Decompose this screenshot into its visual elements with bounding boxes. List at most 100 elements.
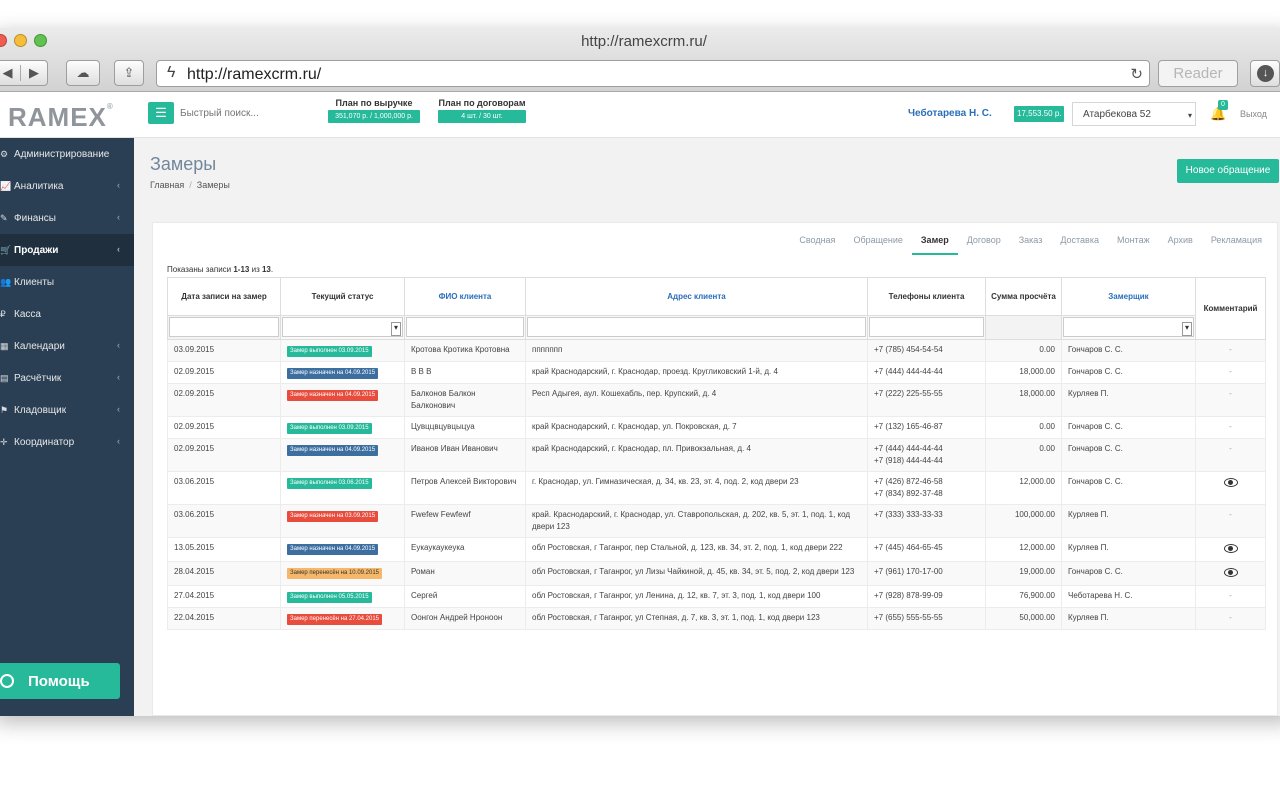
column-header-2[interactable]: ФИО клиента bbox=[404, 277, 526, 316]
sidebar-item-7[interactable]: ▤ Расчётчик ‹ bbox=[0, 362, 134, 394]
back-forward-buttons[interactable]: ◀ ▶ bbox=[0, 60, 48, 86]
ramex-logo[interactable]: RAMEX® bbox=[8, 102, 114, 133]
tab-4[interactable]: Заказ bbox=[1010, 231, 1052, 255]
quick-search-input[interactable] bbox=[180, 103, 310, 123]
records-range: 1-13 bbox=[233, 265, 250, 274]
cell-client[interactable]: Сергей bbox=[404, 585, 526, 608]
table-row[interactable]: 03.06.2015 Замер назначен на 03.09.2015 Fw… bbox=[167, 504, 1266, 538]
column-header-6[interactable]: Замерщик bbox=[1061, 277, 1196, 316]
tab-3[interactable]: Договор bbox=[958, 231, 1010, 255]
logout-link[interactable]: Выход bbox=[1240, 109, 1267, 119]
tab-6[interactable]: Монтаж bbox=[1108, 231, 1159, 255]
chevron-left-icon: ‹ bbox=[117, 340, 120, 350]
view-comment-eye-icon[interactable] bbox=[1223, 568, 1238, 577]
share-button[interactable]: ⇪ bbox=[114, 60, 144, 86]
table-row[interactable]: 28.04.2015 Замер перенесён на 10.09.2015 Р… bbox=[167, 561, 1266, 586]
view-comment-eye-icon[interactable] bbox=[1223, 478, 1238, 487]
cell-client[interactable]: Цувццвцувцыцуа bbox=[404, 416, 526, 439]
address-bar[interactable]: ϟ http://ramexcrm.ru/ ↻ bbox=[156, 60, 1150, 87]
column-header-3[interactable]: Адрес клиента bbox=[525, 277, 868, 316]
cell-date: 22.04.2015 bbox=[167, 607, 281, 630]
cell-comment: - bbox=[1195, 504, 1266, 538]
back-arrow-icon[interactable]: ◀ bbox=[0, 65, 22, 81]
breadcrumb-home[interactable]: Главная bbox=[150, 180, 184, 190]
tab-0[interactable]: Сводная bbox=[790, 231, 844, 255]
branch-select-value: Атарбекова 52 bbox=[1083, 109, 1151, 120]
table-row[interactable]: 27.04.2015 Замер выполнен 05.05.2015 Серге… bbox=[167, 585, 1266, 608]
comment-empty: - bbox=[1229, 345, 1232, 354]
sidebar-item-4[interactable]: 👥 Клиенты bbox=[0, 266, 134, 298]
view-comment-eye-icon[interactable] bbox=[1223, 544, 1238, 553]
sidebar-item-label: Кладовщик bbox=[14, 404, 67, 416]
forward-arrow-icon[interactable]: ▶ bbox=[21, 65, 47, 81]
cell-client[interactable]: Оонгон Андрей Нроноон bbox=[404, 607, 526, 630]
cell-status: Замер выполнен 03.06.2015 bbox=[280, 471, 405, 505]
plan-revenue-label: План по выручке bbox=[335, 98, 413, 108]
icloud-tabs-button[interactable]: ☁ bbox=[66, 60, 100, 86]
cell-sum: 18,000.00 bbox=[985, 383, 1062, 417]
cell-comment: - bbox=[1195, 361, 1266, 384]
reload-icon[interactable]: ↻ bbox=[1130, 65, 1143, 83]
table-row[interactable]: 13.05.2015 Замер назначен на 04.09.2015 Еу… bbox=[167, 537, 1266, 562]
ruble-icon: ₽ bbox=[0, 308, 6, 319]
sidebar-item-8[interactable]: ⚑ Кладовщик ‹ bbox=[0, 394, 134, 426]
cell-address: край Краснодарский, г. Краснодар, пл. Пр… bbox=[525, 438, 868, 472]
cell-client[interactable]: Петров Алексей Викторович bbox=[404, 471, 526, 505]
cell-client[interactable]: Кротова Кротика Кротовна bbox=[404, 339, 526, 362]
caret-down-icon: ▾ bbox=[1187, 111, 1192, 120]
downloads-button[interactable]: ↓ bbox=[1250, 60, 1280, 87]
cell-status: Замер назначен на 04.09.2015 bbox=[280, 438, 405, 472]
table-row[interactable]: 03.06.2015 Замер выполнен 03.06.2015 Петро… bbox=[167, 471, 1266, 505]
cell-sum: 50,000.00 bbox=[985, 607, 1062, 630]
column-header-5: Сумма просчёта bbox=[985, 277, 1062, 316]
cell-client[interactable]: Еукаукаукеука bbox=[404, 537, 526, 562]
table-row[interactable]: 02.09.2015 Замер назначен на 04.09.2015 В … bbox=[167, 361, 1266, 384]
sidebar-item-1[interactable]: 📈 Аналитика ‹ bbox=[0, 170, 134, 202]
sidebar-item-5[interactable]: ₽ Касса bbox=[0, 298, 134, 330]
sidebar-item-3[interactable]: 🛒 Продажи ‹ bbox=[0, 234, 134, 266]
table-row[interactable]: 02.09.2015 Замер назначен на 04.09.2015 Ив… bbox=[167, 438, 1266, 472]
cell-date: 03.06.2015 bbox=[167, 471, 281, 505]
measurements-table: Дата записи на замер Текущий статус ФИО кл… bbox=[167, 277, 1266, 630]
filter-measurer-select[interactable] bbox=[1063, 317, 1194, 337]
new-request-button[interactable]: Новое обращение bbox=[1177, 159, 1279, 183]
cell-client[interactable]: Fwefew Fewfewf bbox=[404, 504, 526, 538]
gear-icon: ⚙ bbox=[0, 148, 9, 159]
filter-address-input[interactable] bbox=[527, 317, 866, 337]
cell-client[interactable]: Балконов Балкон Балконович bbox=[404, 383, 526, 417]
window-title: http://ramexcrm.ru/ bbox=[581, 33, 707, 50]
table-row[interactable]: 03.09.2015 Замер выполнен 03.09.2015 Крото… bbox=[167, 339, 1266, 362]
cell-client[interactable]: В В В bbox=[404, 361, 526, 384]
sidebar-item-2[interactable]: ✎ Финансы ‹ bbox=[0, 202, 134, 234]
filter-date-input[interactable] bbox=[169, 317, 279, 337]
menu-toggle-button[interactable]: ☰ bbox=[148, 102, 174, 124]
help-button[interactable]: Помощь bbox=[0, 663, 120, 699]
table-row[interactable]: 02.09.2015 Замер назначен на 04.09.2015 Ба… bbox=[167, 383, 1266, 417]
filter-client-cell bbox=[404, 315, 526, 340]
tab-5[interactable]: Доставка bbox=[1051, 231, 1108, 255]
branch-select[interactable]: Атарбекова 52 ▾ bbox=[1072, 102, 1196, 126]
sidebar-item-0[interactable]: ⚙ Администрирование bbox=[0, 138, 134, 170]
cell-client[interactable]: Иванов Иван Иванович bbox=[404, 438, 526, 472]
current-user-link[interactable]: Чеботарева Н. С. bbox=[908, 108, 992, 119]
tab-7[interactable]: Архив bbox=[1159, 231, 1202, 255]
reader-button[interactable]: Reader bbox=[1158, 60, 1238, 87]
download-icon: ↓ bbox=[1257, 65, 1274, 82]
sidebar-item-6[interactable]: ▦ Календари ‹ bbox=[0, 330, 134, 362]
url-text[interactable]: http://ramexcrm.ru/ bbox=[187, 66, 321, 84]
tab-2[interactable]: Замер bbox=[911, 231, 958, 255]
cell-comment: - bbox=[1195, 339, 1266, 362]
sidebar-item-9[interactable]: ✛ Координатор ‹ bbox=[0, 426, 134, 458]
filter-phones-input[interactable] bbox=[869, 317, 984, 337]
tab-1[interactable]: Обращение bbox=[844, 231, 911, 255]
table-row[interactable]: 02.09.2015 Замер выполнен 03.09.2015 Цувцц… bbox=[167, 416, 1266, 439]
filter-status-select[interactable] bbox=[282, 317, 403, 337]
filter-client-input[interactable] bbox=[406, 317, 524, 337]
cell-client[interactable]: Роман bbox=[404, 561, 526, 586]
cell-comment bbox=[1195, 561, 1266, 586]
tab-8[interactable]: Рекламация bbox=[1202, 231, 1271, 255]
cell-measurer: Чеботарева Н. С. bbox=[1061, 585, 1196, 608]
registered-mark-icon: ® bbox=[106, 102, 114, 111]
table-row[interactable]: 22.04.2015 Замер перенесён на 27.04.2015 О… bbox=[167, 607, 1266, 630]
browser-window: http://ramexcrm.ru/ ◀ ▶ ☁ ⇪ ϟ http://ram… bbox=[0, 28, 1280, 716]
